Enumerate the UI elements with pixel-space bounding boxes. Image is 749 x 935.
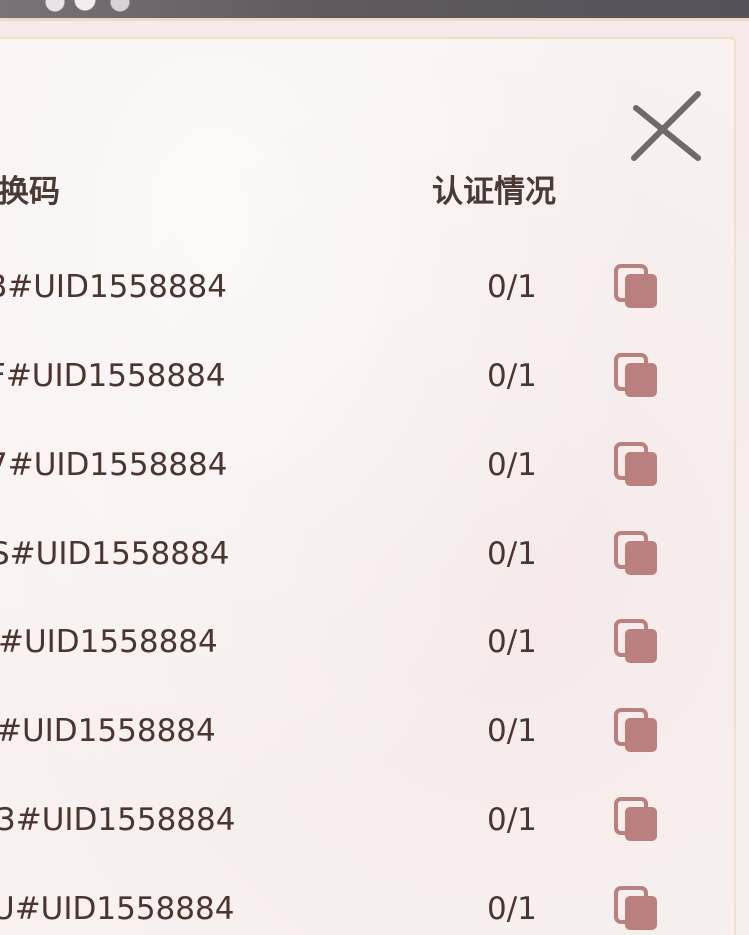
verification-status: 0/1 xyxy=(487,891,537,927)
copy-icon xyxy=(614,708,657,752)
copy-button[interactable] xyxy=(612,529,662,579)
table-row: U#UID1558884 0/1 xyxy=(0,879,749,935)
verification-status: 0/1 xyxy=(487,624,537,660)
column-header-status: 认证情况 xyxy=(432,174,556,210)
verification-status: 0/1 xyxy=(487,358,537,394)
close-icon xyxy=(631,91,701,161)
copy-icon xyxy=(614,442,657,486)
copy-icon xyxy=(614,619,657,663)
copy-button[interactable] xyxy=(612,706,662,756)
copy-icon xyxy=(614,886,657,930)
redeem-code: #UID1558884 xyxy=(0,713,216,749)
column-header-code: 兑换码 xyxy=(0,172,60,212)
copy-button[interactable] xyxy=(612,795,662,845)
copy-icon xyxy=(614,353,657,397)
redeem-code: B#UID1558884 xyxy=(0,269,228,305)
copy-button[interactable] xyxy=(612,440,662,490)
verification-status: 0/1 xyxy=(487,269,537,305)
column-header-code-label: 兑换码 xyxy=(0,174,60,210)
pearl-decoration xyxy=(40,0,150,14)
copy-icon xyxy=(614,531,657,575)
redeem-code: F#UID1558884 xyxy=(0,358,226,394)
table-row: #UID1558884 0/1 xyxy=(0,701,749,761)
redeem-code: S#UID1558884 xyxy=(0,536,230,572)
verification-status: 0/1 xyxy=(487,447,537,483)
redeem-code: 3#UID1558884 xyxy=(0,802,236,838)
copy-button[interactable] xyxy=(612,351,662,401)
copy-button[interactable] xyxy=(612,884,662,934)
redeem-code: U#UID1558884 xyxy=(0,891,235,927)
copy-icon xyxy=(614,797,657,841)
table-row: F#UID1558884 0/1 xyxy=(0,346,749,406)
table-row: S#UID1558884 0/1 xyxy=(0,524,749,584)
verification-status: 0/1 xyxy=(487,802,537,838)
table-row: 3#UID1558884 0/1 xyxy=(0,790,749,850)
verification-status: 0/1 xyxy=(487,536,537,572)
copy-button[interactable] xyxy=(612,262,662,312)
copy-button[interactable] xyxy=(612,617,662,667)
table-row: #UID1558884 0/1 xyxy=(0,612,749,672)
copy-icon xyxy=(614,264,657,308)
redeem-code: #UID1558884 xyxy=(0,624,218,660)
table-row: 7#UID1558884 0/1 xyxy=(0,435,749,495)
verification-status: 0/1 xyxy=(487,713,537,749)
redeem-code: 7#UID1558884 xyxy=(0,447,228,483)
close-button[interactable] xyxy=(626,88,706,164)
table-row: B#UID1558884 0/1 xyxy=(0,257,749,317)
